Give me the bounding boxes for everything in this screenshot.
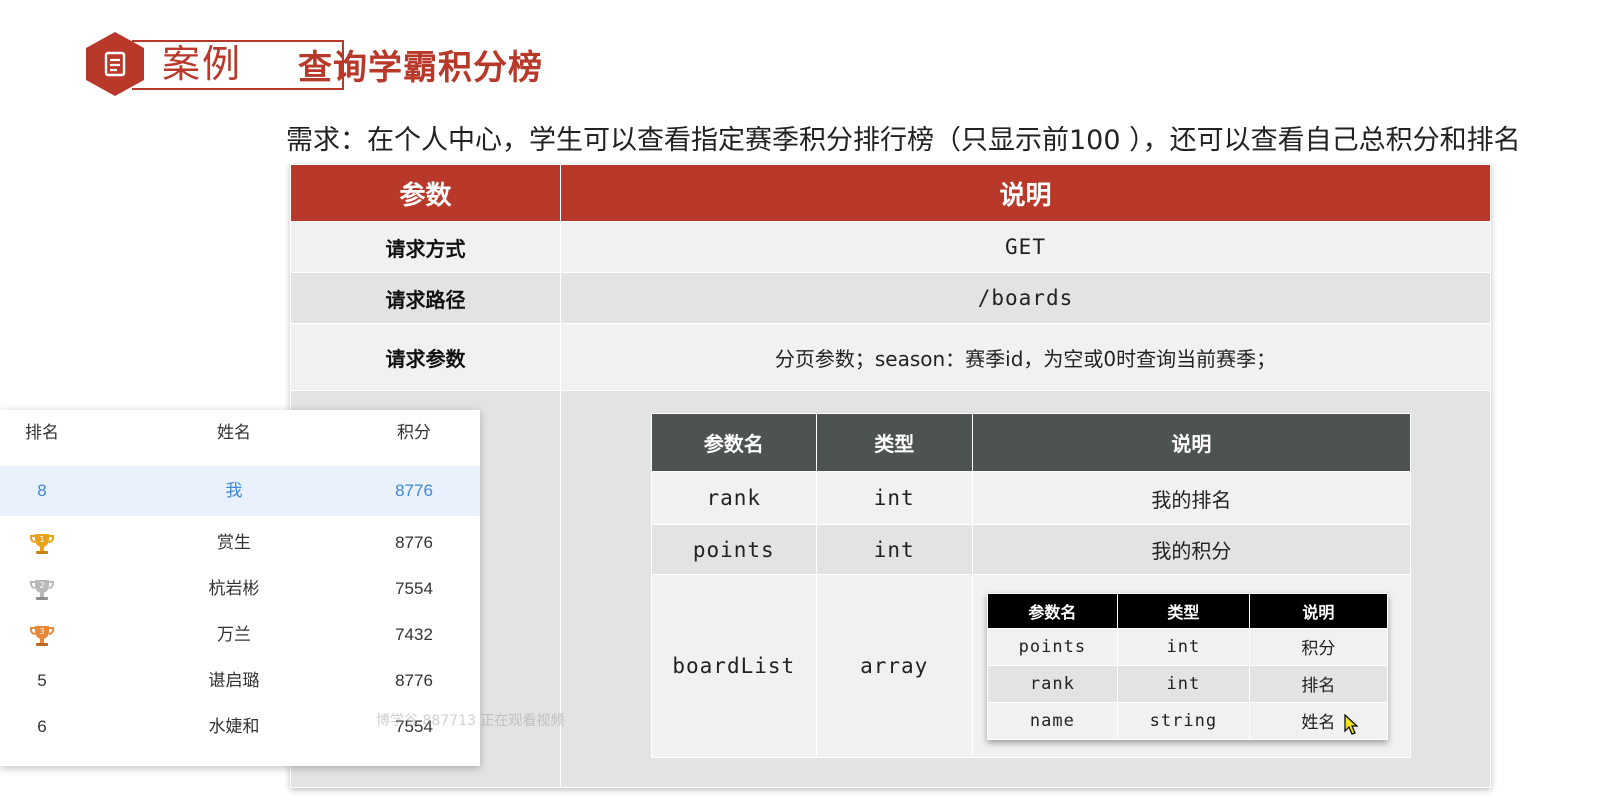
silver-trophy-icon: 2	[30, 579, 54, 600]
nested-header-name: 参数名	[651, 413, 817, 472]
table-row: 请求方式 GET	[290, 221, 1491, 273]
gold-trophy-icon: 1	[30, 533, 54, 554]
field-name: rank	[986, 664, 1118, 703]
svg-text:1: 1	[39, 535, 44, 544]
rank-cell: 6	[37, 717, 47, 736]
player-name: 谌启璐	[208, 671, 260, 690]
header-desc: 说明	[560, 164, 1491, 222]
field-type: int	[1116, 664, 1250, 703]
field-name: rank	[651, 471, 817, 525]
field-desc: 我的排名	[971, 471, 1412, 525]
field-name: points	[651, 524, 817, 575]
player-points: 7432	[395, 625, 433, 644]
list-item[interactable]: 3 万兰 7432	[0, 612, 480, 658]
inner-header-name: 参数名	[986, 592, 1118, 629]
table-row: 请求参数 分页参数；season：赛季id，为空或0时查询当前赛季；	[290, 323, 1491, 391]
table-row: boardList array 参数名 类型 说明 points int 积分 …	[651, 574, 1412, 758]
table-row: points int 我的积分	[651, 524, 1412, 575]
param-desc: /boards	[560, 272, 1491, 324]
field-type: int	[815, 471, 973, 525]
field-type: array	[815, 574, 973, 758]
header-param: 参数	[290, 164, 561, 222]
rank-cell: 3	[14, 612, 70, 658]
svg-text:3: 3	[39, 627, 44, 636]
badge-label: 案例	[162, 42, 243, 86]
field-type: string	[1116, 701, 1250, 740]
return-value-table: 参数名 类型 说明 rank int 我的排名 points int 我的积分 …	[651, 413, 1412, 758]
my-name: 我	[225, 481, 243, 500]
param-desc: GET	[560, 221, 1491, 273]
case-badge: 案例	[86, 32, 344, 96]
rank-cell: 5	[37, 671, 47, 690]
field-name: name	[986, 701, 1118, 740]
board-list-table: 参数名 类型 说明 points int 积分 rank int 排名 name…	[986, 592, 1388, 740]
player-name: 万兰	[217, 625, 251, 644]
player-points: 8776	[395, 671, 433, 690]
watermark: 博学谷 887713 正在观看视频	[376, 713, 565, 729]
table-row: rank int 我的排名	[651, 471, 1412, 525]
table-row: points int 积分	[986, 627, 1388, 666]
table-row: name string 姓名	[986, 701, 1388, 740]
field-desc: 排名	[1248, 664, 1388, 703]
header-rank: 排名	[25, 423, 59, 442]
field-type: int	[1116, 627, 1250, 666]
param-name: 请求方式	[290, 221, 561, 273]
field-name: points	[986, 627, 1118, 666]
field-desc: 我的积分	[971, 524, 1412, 575]
table-row: rank int 排名	[986, 664, 1388, 703]
svg-text:2: 2	[39, 581, 44, 590]
field-desc: 积分	[1248, 627, 1388, 666]
requirement-text: 需求：在个人中心，学生可以查看指定赛季积分排行榜（只显示前100 ），还可以查看…	[286, 125, 1521, 156]
field-desc: 姓名	[1248, 701, 1388, 740]
list-item[interactable]: 2 杭岩彬 7554	[0, 566, 480, 612]
header-points: 积分	[397, 423, 431, 442]
player-name: 杭岩彬	[208, 579, 260, 598]
list-item[interactable]: 5 谌启璐 8776	[0, 658, 480, 704]
nested-header-desc: 说明	[971, 413, 1412, 472]
rank-cell: 2	[14, 566, 70, 612]
rank-cell: 1	[14, 520, 70, 566]
player-name: 赏生	[217, 533, 251, 552]
mouse-cursor-icon	[1344, 714, 1359, 735]
leaderboard-header: 排名 姓名 积分	[0, 410, 480, 456]
nested-header-type: 类型	[815, 413, 973, 472]
inner-header-type: 类型	[1116, 592, 1250, 629]
my-points: 8776	[395, 481, 433, 500]
my-rank-row[interactable]: 8 我 8776	[0, 466, 480, 516]
bronze-trophy-icon: 3	[30, 625, 54, 646]
inner-header-desc: 说明	[1248, 592, 1388, 629]
list-item[interactable]: 1 赏生 8776	[0, 520, 480, 566]
param-name: 请求路径	[290, 272, 561, 324]
param-name: 请求参数	[290, 323, 561, 391]
player-points: 8776	[395, 533, 433, 552]
header-name: 姓名	[217, 423, 251, 442]
param-desc: 分页参数；season：赛季id，为空或0时查询当前赛季；	[560, 323, 1491, 391]
my-rank: 8	[37, 481, 47, 500]
field-type: int	[815, 524, 973, 575]
field-name: boardList	[651, 574, 817, 758]
page-title: 查询学霸积分榜	[298, 48, 543, 88]
player-name: 水婕和	[208, 717, 260, 736]
table-row: 请求路径 /boards	[290, 272, 1491, 324]
player-points: 7554	[395, 579, 433, 598]
